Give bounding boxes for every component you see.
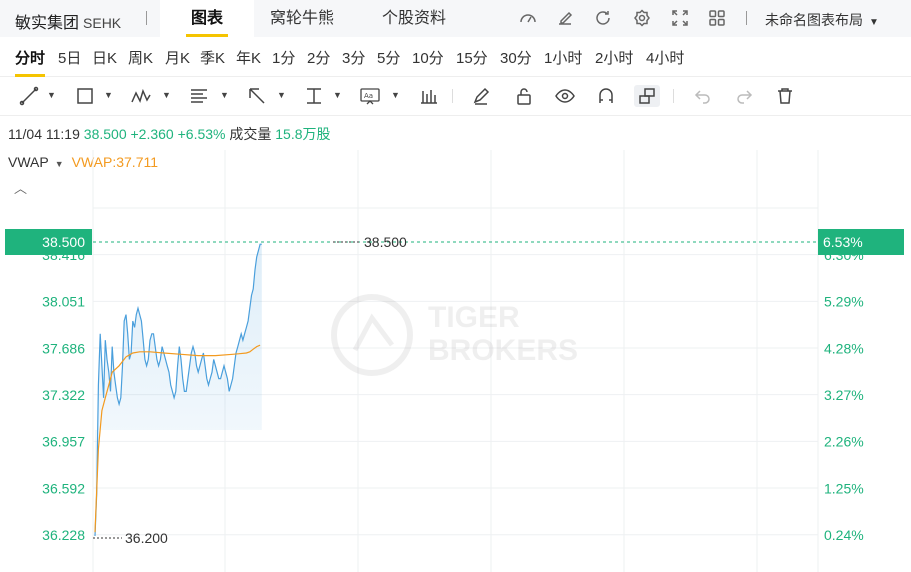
- y-tick-label: 38.051: [42, 294, 85, 310]
- y-tick-label: 37.686: [42, 340, 85, 356]
- y-pct-tick-label: 0.24%: [824, 527, 864, 543]
- y-pct-tick-label: 4.28%: [824, 340, 864, 356]
- y-pct-tick-label: 1.25%: [824, 480, 864, 496]
- y-tick-label: 37.322: [42, 387, 85, 403]
- y-pct-tick-label: 3.27%: [824, 387, 864, 403]
- y-tick-label: 36.228: [42, 527, 85, 543]
- last-pct-label: 6.53%: [823, 234, 863, 250]
- price-area: [95, 244, 262, 536]
- intraday-chart[interactable]: TIGER BROKERS 38.41638.05137.68637.32236…: [0, 0, 911, 572]
- y-axis-left: 38.41638.05137.68637.32236.95736.59236.2…: [42, 247, 85, 543]
- last-price-label: 38.500: [42, 234, 85, 250]
- svg-text:TIGER: TIGER: [428, 301, 520, 334]
- high-marker-label: 38.500: [364, 234, 407, 250]
- y-pct-tick-label: 5.29%: [824, 294, 864, 310]
- y-pct-tick-label: 2.26%: [824, 434, 864, 450]
- y-tick-label: 36.957: [42, 434, 85, 450]
- low-marker-label: 36.200: [125, 530, 168, 546]
- watermark: TIGER BROKERS: [331, 294, 578, 376]
- y-tick-label: 36.592: [42, 480, 85, 496]
- y-axis-right: 6.30%5.29%4.28%3.27%2.26%1.25%0.24%: [824, 247, 864, 543]
- svg-text:BROKERS: BROKERS: [428, 334, 578, 367]
